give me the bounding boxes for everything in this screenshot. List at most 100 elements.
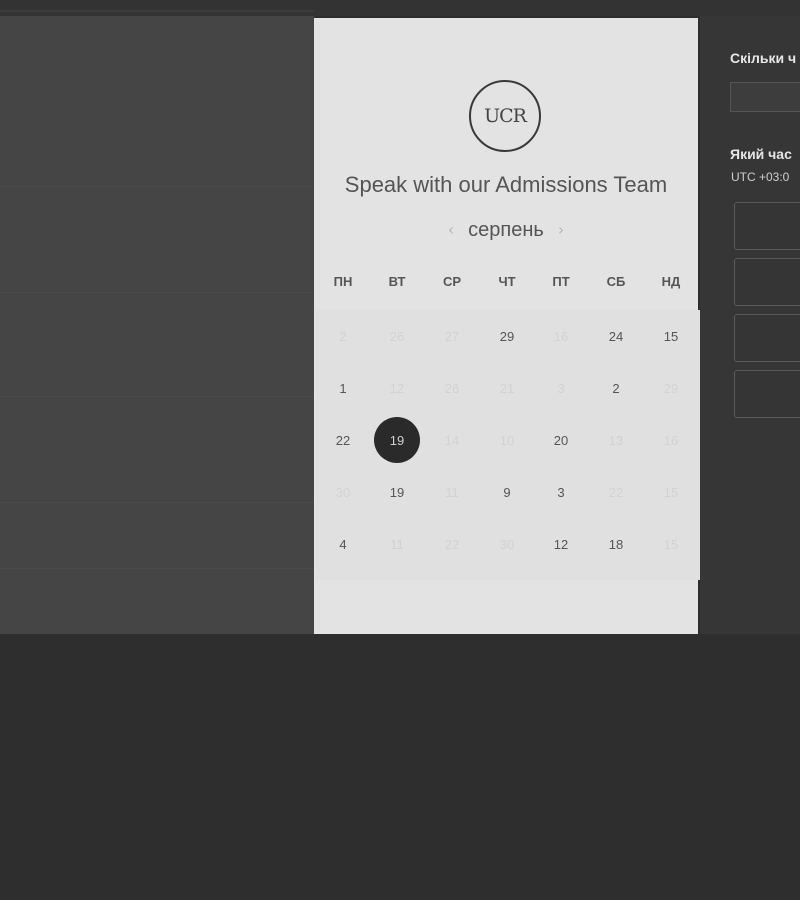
calendar-day: 22 (589, 466, 643, 518)
calendar-day: 11 (425, 466, 479, 518)
timezone-label[interactable]: UTC +03:0 (731, 170, 789, 184)
calendar-day-selected[interactable]: 19 (370, 414, 424, 466)
calendar-day-number: 16 (553, 328, 569, 344)
calendar-day: 13 (589, 414, 643, 466)
divider (0, 502, 314, 503)
calendar-day: 12 (370, 362, 424, 414)
calendar-day-number: 26 (444, 380, 460, 396)
calendar-day-number: 3 (557, 484, 565, 500)
calendar-day: 21 (480, 362, 534, 414)
calendar-day-number: 22 (444, 536, 460, 552)
calendar-day-number: 1 (339, 380, 347, 396)
calendar-day-number: 26 (389, 328, 405, 344)
duration-label: Скільки ч (730, 50, 797, 66)
calendar-day: 15 (644, 466, 698, 518)
time-slot-button[interactable] (734, 258, 800, 306)
weekday-label: ВТ (388, 274, 406, 289)
calendar-day-number: 14 (444, 432, 460, 448)
weekday-label: ЧТ (498, 274, 516, 289)
divider (0, 186, 314, 187)
divider (0, 568, 314, 569)
weekday-label: ПТ (552, 274, 570, 289)
time-slot-button[interactable] (734, 202, 800, 250)
calendar-day-number: 12 (553, 536, 569, 552)
logo-text: UCR (484, 105, 527, 127)
calendar-day: 11 (370, 518, 424, 570)
divider (0, 396, 314, 397)
calendar-day: 26 (425, 362, 479, 414)
duration-select[interactable] (730, 82, 800, 112)
calendar-day[interactable]: 24 (589, 310, 643, 362)
calendar-day[interactable]: 22 (316, 414, 370, 466)
background (0, 634, 800, 900)
calendar-day-number: 9 (503, 484, 511, 500)
time-slot-button[interactable] (734, 314, 800, 362)
calendar-day-number: 13 (608, 432, 624, 448)
calendar-day-number: 30 (335, 484, 351, 500)
chevron-left-icon[interactable]: ‹ (448, 222, 454, 238)
calendar-day-number: 15 (663, 484, 679, 500)
calendar-day: 16 (534, 310, 588, 362)
calendar-day: 15 (644, 518, 698, 570)
calendar-day-number: 12 (389, 380, 405, 396)
calendar-day-number: 10 (499, 432, 515, 448)
calendar-day: 26 (370, 310, 424, 362)
calendar-day-number: 4 (339, 536, 347, 552)
calendar-day: 30 (480, 518, 534, 570)
calendar-day-number: 29 (663, 380, 679, 396)
weekday-label: СБ (606, 274, 626, 289)
booking-side-panel: Скільки ч Який час UTC +03:0 (700, 16, 800, 634)
calendar-day[interactable]: 12 (534, 518, 588, 570)
panel-title: Speak with our Admissions Team (344, 172, 668, 197)
month-navigation: ‹ серпень › (314, 218, 698, 242)
ucr-logo: UCR (469, 80, 541, 152)
calendar-day: 29 (644, 362, 698, 414)
calendar-day[interactable]: 15 (644, 310, 698, 362)
left-pane (0, 16, 314, 634)
calendar-day[interactable]: 2 (589, 362, 643, 414)
calendar-grid: 2 26 27 29 16 24 15 1 12 26 21 3 2 29 22 19 14 10 20 13 16 30… (316, 310, 700, 580)
time-label: Який час (730, 146, 792, 162)
calendar-day[interactable]: 1 (316, 362, 370, 414)
weekday-label: НД (661, 274, 681, 289)
calendar-day-number: 19 (389, 484, 405, 500)
weekday-label: ПН (333, 274, 353, 289)
calendar-day-number: 11 (445, 484, 459, 500)
calendar-day-number: 15 (663, 536, 679, 552)
calendar-day-number: 22 (608, 484, 624, 500)
calendar-panel: UCR Speak with our Admissions Team ‹ сер… (314, 18, 700, 634)
calendar-day[interactable]: 4 (316, 518, 370, 570)
calendar-day: 16 (644, 414, 698, 466)
divider (0, 292, 314, 293)
divider (0, 10, 314, 12)
calendar-day-number: 11 (390, 536, 404, 552)
calendar-day-number: 24 (608, 328, 624, 344)
calendar-day[interactable]: 19 (370, 466, 424, 518)
calendar-day: 27 (425, 310, 479, 362)
chevron-right-icon[interactable]: › (558, 222, 564, 238)
calendar-day: 10 (480, 414, 534, 466)
calendar-day[interactable]: 9 (480, 466, 534, 518)
calendar-day[interactable]: 29 (480, 310, 534, 362)
calendar-day-number: 2 (612, 380, 620, 396)
calendar-day-number: 2 (339, 328, 347, 344)
weekday-label: СР (442, 274, 462, 289)
top-strip (0, 0, 800, 16)
calendar-day-number: 20 (553, 432, 569, 448)
calendar-day-number: 21 (499, 380, 515, 396)
calendar-day-number: 3 (557, 380, 565, 396)
calendar-day-number: 30 (499, 536, 515, 552)
calendar-day-number: 16 (663, 432, 679, 448)
calendar-day[interactable]: 3 (534, 466, 588, 518)
calendar-day: 2 (316, 310, 370, 362)
calendar-day-number: 18 (608, 536, 624, 552)
calendar-day-number: 22 (335, 432, 351, 448)
calendar-day-number: 27 (444, 328, 460, 344)
weekday-header: ПН ВТ СР ЧТ ПТ СБ НД (316, 274, 700, 294)
calendar-day[interactable]: 18 (589, 518, 643, 570)
time-slot-button[interactable] (734, 370, 800, 418)
calendar-day[interactable]: 20 (534, 414, 588, 466)
calendar-day-number: 29 (499, 328, 515, 344)
calendar-day: 22 (425, 518, 479, 570)
calendar-day: 30 (316, 466, 370, 518)
